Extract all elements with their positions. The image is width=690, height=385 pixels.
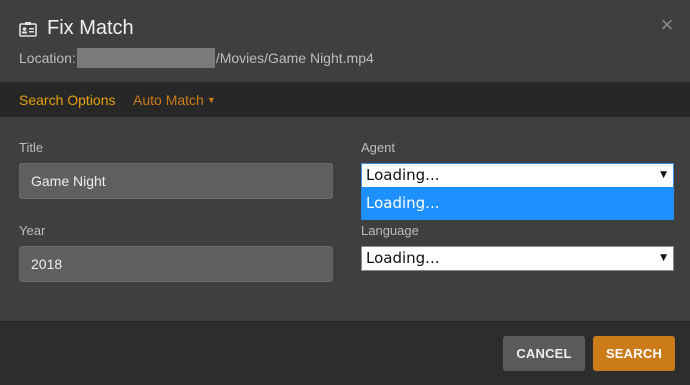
year-label: Year [19,223,46,238]
location-path: /Movies/Game Night.mp4 [215,50,374,66]
tab-auto-match[interactable]: Auto Match ▼ [133,92,216,108]
id-card-icon [19,20,37,38]
tab-search-options[interactable]: Search Options [19,92,116,108]
agent-dropdown-option[interactable]: Loading... [361,187,674,220]
search-button[interactable]: SEARCH [593,336,675,371]
title-input[interactable]: Game Night [19,163,333,199]
agent-label: Agent [361,140,395,155]
year-input[interactable]: 2018 [19,246,333,282]
dialog-header: Fix Match × Location: /Movies/Game Night… [0,0,690,82]
dropdown-arrow-icon: ▼ [660,253,667,263]
title-label: Title [19,140,44,155]
dialog-footer: CANCEL SEARCH [0,321,690,385]
dropdown-arrow-icon: ▼ [660,170,667,180]
chevron-down-icon: ▼ [206,95,216,105]
close-icon[interactable]: × [658,14,676,36]
location-label: Location: [19,50,76,66]
agent-select-value: Loading... [366,166,440,184]
language-select-value: Loading... [366,249,440,267]
redacted-path [76,48,215,68]
cancel-button[interactable]: CANCEL [503,336,585,371]
tab-bar: Search Options Auto Match ▼ [0,82,690,117]
dialog-title-row: Fix Match [19,17,134,40]
tab-auto-match-label: Auto Match [133,92,204,108]
dialog-title: Fix Match [47,17,134,39]
location-row: Location: /Movies/Game Night.mp4 [19,48,374,68]
language-label: Language [361,223,419,238]
language-select[interactable]: Loading... ▼ [361,246,674,271]
agent-select[interactable]: Loading... ▼ [361,163,674,188]
